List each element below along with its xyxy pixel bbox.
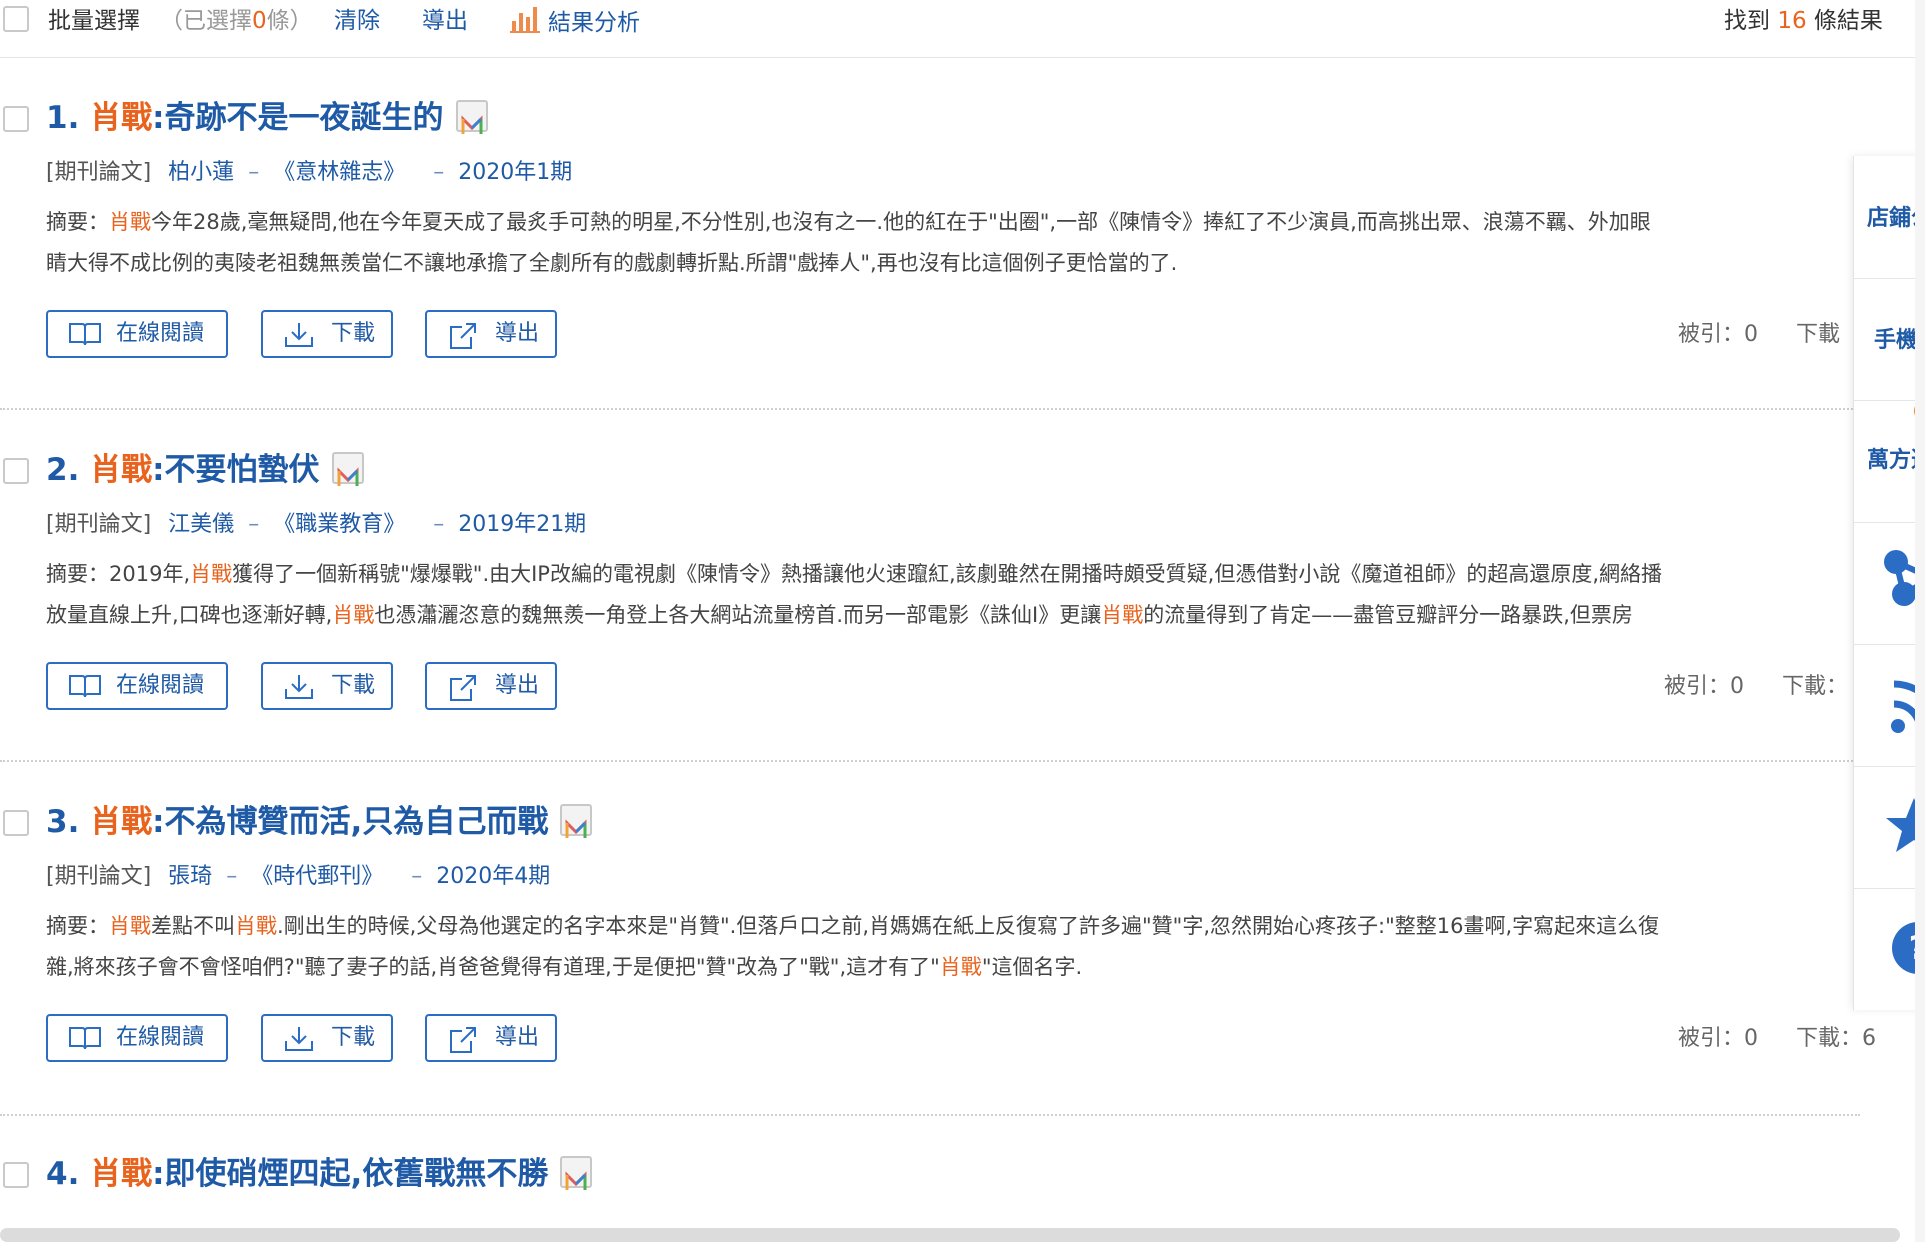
result-item: 2. 肖戰:不要怕蟄伏 [期刊論文] 江美儀 – 《職業教育》 –2019年21期 摘… [0,442,1860,732]
result-analysis-link[interactable]: 結果分析 [508,4,640,40]
export-button[interactable]: 導出 [425,310,557,358]
download-button[interactable]: 下載 [261,310,393,358]
download-count: 下載 [1796,322,1841,347]
result-checkbox[interactable] [3,106,29,132]
doc-type: [期刊論文] [46,864,152,889]
result-abstract: 摘要：肖戰今年28歲,毫無疑問,他在今年夏天成了最炙手可熱的明星,不分性別,也沒… [46,210,1651,275]
result-meta: [期刊論文] 柏小蓮 – 《意林雜志》 –2020年1期 [46,160,573,185]
clear-link[interactable]: 清除 [334,4,380,38]
result-item: 1. 肖戰:奇跡不是一夜誕生的 [期刊論文] 柏小蓮 – 《意林雜志》 –2020年1… [0,90,1860,380]
cited-count: 被引：0 [1664,674,1744,699]
export-button[interactable]: 導出 [425,662,557,710]
issue-link[interactable]: 2020年1期 [458,160,572,185]
doc-type: [期刊論文] [46,512,152,537]
result-checkbox[interactable] [3,810,29,836]
journal-link[interactable]: 《意林雜志》 [273,160,405,185]
m-format-icon[interactable] [560,803,593,838]
issue-link[interactable]: 2019年21期 [458,512,586,537]
doc-type: [期刊論文] [46,160,152,185]
result-abstract: 摘要：肖戰差點不叫肖戰.剛出生的時候,父母為他選定的名字本來是"肖贊".但落戶口… [46,914,1660,979]
result-divider [0,1114,1860,1116]
result-title[interactable]: 4. 肖戰:即使硝煙四起,依舊戰無不勝 [46,1146,593,1202]
read-online-button[interactable]: 在線閱讀 [46,310,228,358]
author-link[interactable]: 江美儀 [168,512,234,537]
download-count: 下載：6 [1796,1026,1876,1051]
read-online-button[interactable]: 在線閱讀 [46,1014,228,1062]
result-meta: [期刊論文] 張琦 – 《時代郵刊》 –2020年4期 [46,864,551,889]
export-icon [450,1027,476,1053]
book-icon [69,1027,101,1050]
selected-count: 0 [252,8,267,34]
cited-count: 被引：0 [1678,1026,1758,1051]
result-checkbox[interactable] [3,458,29,484]
export-link[interactable]: 導出 [422,4,468,38]
download-button[interactable]: 下載 [261,662,393,710]
result-count: 16 [1777,8,1807,34]
result-meta: [期刊論文] 江美儀 – 《職業教育》 –2019年21期 [46,512,587,537]
download-icon [285,1027,313,1051]
horizontal-scrollbar[interactable] [0,1228,1900,1242]
batch-select-checkbox[interactable] [3,6,29,32]
download-icon [285,675,313,699]
selected-count-text: （已選擇0條） [160,8,313,34]
result-item: 3. 肖戰:不為博贊而活,只為自己而戰 [期刊論文] 張琦 – 《時代郵刊》 –202… [0,794,1876,1084]
export-icon [450,675,476,701]
cited-count: 被引：0 [1678,322,1758,347]
journal-link[interactable]: 《時代郵刊》 [251,864,383,889]
author-link[interactable]: 柏小蓮 [168,160,234,185]
export-icon [450,323,476,349]
result-analysis-label: 結果分析 [548,10,640,36]
m-format-icon[interactable] [560,1155,593,1190]
result-checkbox[interactable] [3,1162,29,1188]
results-toolbar: 批量選擇 （已選擇0條） 清除 導出 結果分析 找到 16 條結果 [0,0,1925,58]
issue-link[interactable]: 2020年4期 [436,864,550,889]
result-divider [0,760,1860,762]
batch-select-label: 批量選擇 [48,8,140,34]
bar-chart-icon [510,7,540,33]
m-format-icon[interactable] [455,99,488,134]
author-link[interactable]: 張琦 [168,864,212,889]
download-button[interactable]: 下載 [261,1014,393,1062]
sidebar-mobile-label: 手機 [1874,328,1919,353]
journal-link[interactable]: 《職業教育》 [273,512,405,537]
export-button[interactable]: 導出 [425,1014,557,1062]
result-divider [0,408,1860,410]
result-title[interactable]: 1. 肖戰:奇跡不是一夜誕生的 [46,90,488,146]
result-item: 4. 肖戰:即使硝煙四起,依舊戰無不勝 [0,1146,1860,1216]
result-title[interactable]: 3. 肖戰:不為博贊而活,只為自己而戰 [46,794,593,850]
result-count-text: 找到 16 條結果 [1724,8,1883,34]
book-icon [69,675,101,698]
download-icon [285,323,313,347]
result-title[interactable]: 2. 肖戰:不要怕蟄伏 [46,442,364,498]
read-online-button[interactable]: 在線閱讀 [46,662,228,710]
vertical-scrollbar[interactable] [1915,0,1925,1242]
book-icon [69,323,101,346]
m-format-icon[interactable] [331,451,364,486]
result-abstract: 摘要：2019年,肖戰獲得了一個新稱號"爆爆戰".由大IP改編的電視劇《陳情令》… [46,562,1662,627]
download-count: 下載： [1782,674,1849,699]
